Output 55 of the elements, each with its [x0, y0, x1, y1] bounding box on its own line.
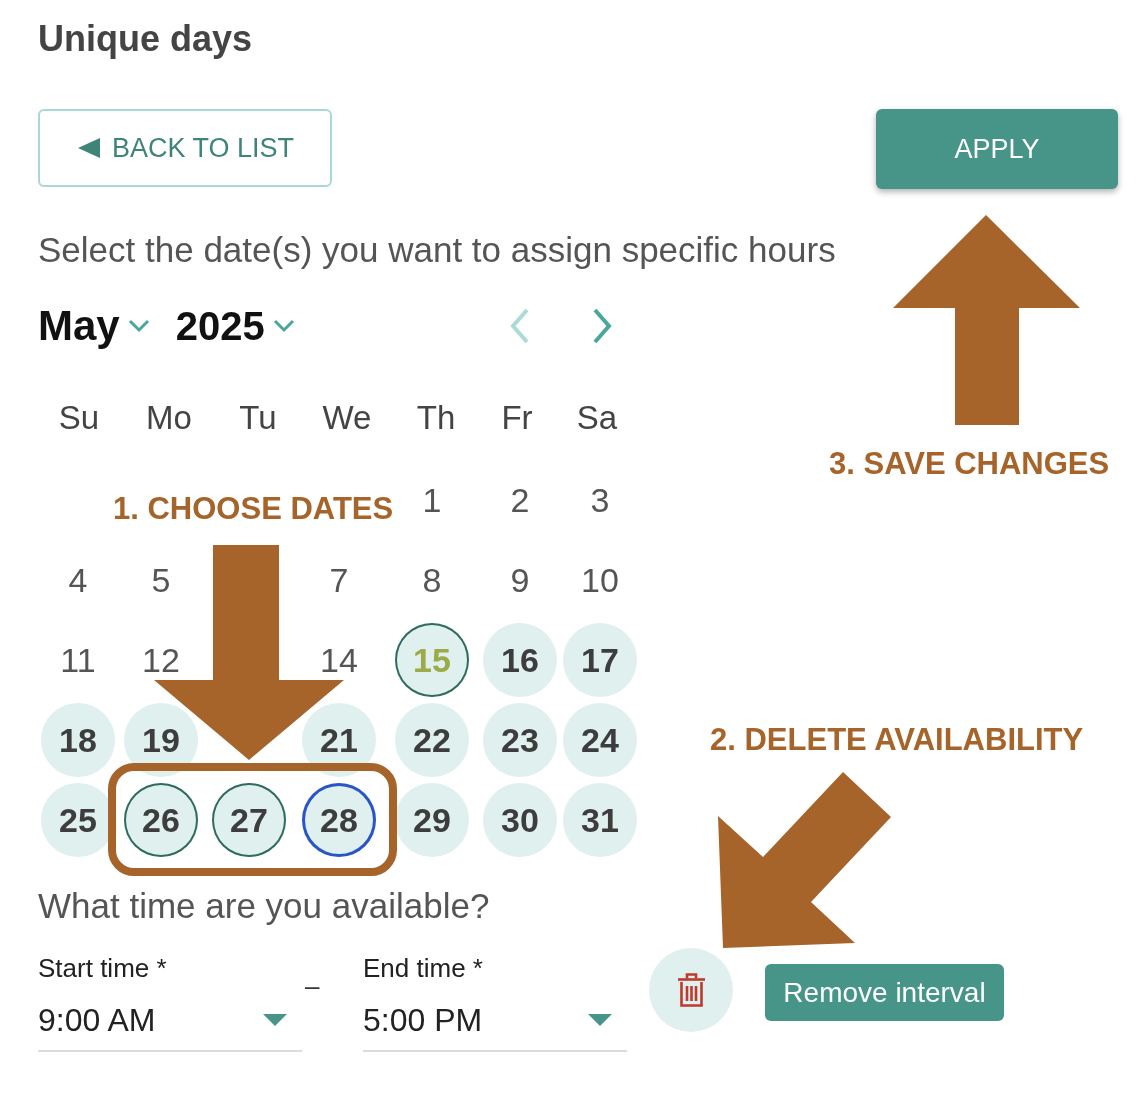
remove-interval-button[interactable]: Remove interval: [765, 964, 1004, 1021]
calendar-day[interactable]: 24: [563, 703, 637, 777]
start-time-select[interactable]: Start time * 9:00 AM: [38, 953, 302, 1052]
calendar-day[interactable]: 4: [68, 563, 88, 597]
field-label: Start time *: [38, 953, 167, 983]
calendar-day[interactable]: 3: [590, 483, 610, 517]
calendar-day[interactable]: 7: [329, 563, 349, 597]
calendar-day[interactable]: 31: [563, 783, 637, 857]
weekday-label: Sa: [576, 399, 618, 437]
left-triangle-icon: [78, 138, 100, 158]
annotation-label: 1. CHOOSE DATES: [113, 491, 394, 527]
annotation-label: 2. DELETE AVAILABILITY: [710, 722, 1084, 758]
dropdown-caret-icon: [263, 1014, 287, 1026]
range-separator: –: [305, 971, 320, 1001]
weekday-label: Tu: [239, 399, 277, 437]
year-select[interactable]: 2025: [175, 301, 295, 351]
weekday-label: Su: [58, 399, 100, 437]
calendar-day[interactable]: 22: [395, 703, 469, 777]
apply-button[interactable]: APPLY: [876, 109, 1118, 189]
calendar-day[interactable]: 26: [124, 783, 198, 857]
calendar-day[interactable]: 9: [510, 563, 530, 597]
calendar-day[interactable]: 16: [483, 623, 557, 697]
weekday-label: We: [322, 399, 372, 437]
calendar-day[interactable]: 29: [395, 783, 469, 857]
calendar-day[interactable]: 30: [483, 783, 557, 857]
dropdown-caret-icon: [588, 1014, 612, 1026]
calendar-day[interactable]: 2: [510, 483, 530, 517]
calendar-day[interactable]: 5: [151, 563, 171, 597]
chevron-down-icon: [127, 319, 150, 333]
field-label: End time *: [363, 953, 483, 983]
page-heading: Unique days: [38, 17, 253, 61]
end-time-select[interactable]: End time * 5:00 PM: [363, 953, 627, 1052]
availability-question: What time are you available?: [38, 885, 490, 927]
field-value: 5:00 PM: [363, 1001, 483, 1040]
calendar-day[interactable]: 12: [142, 643, 180, 677]
weekday-label: Th: [416, 399, 456, 437]
calendar-day[interactable]: 8: [422, 563, 442, 597]
calendar-day[interactable]: 11: [60, 643, 96, 677]
annotation-label: 3. SAVE CHANGES: [829, 446, 1110, 482]
weekday-label: Fr: [501, 399, 533, 437]
calendar-day[interactable]: 17: [563, 623, 637, 697]
calendar-day[interactable]: 23: [483, 703, 557, 777]
chevron-down-icon: [272, 319, 295, 333]
calendar-day[interactable]: 10: [581, 563, 619, 597]
month-select[interactable]: May: [38, 301, 150, 351]
calendar-day[interactable]: 18: [41, 703, 115, 777]
weekday-label: Mo: [146, 399, 192, 437]
trash-icon: [676, 973, 706, 1007]
calendar-day[interactable]: 14: [320, 643, 358, 677]
calendar-day[interactable]: 27: [212, 783, 286, 857]
instruction-text: Select the date(s) you want to assign specific hours: [38, 229, 836, 271]
calendar-day[interactable]: 28: [302, 783, 376, 857]
calendar-day[interactable]: 1: [422, 483, 442, 517]
back-to-list-button[interactable]: BACK TO LIST: [38, 109, 332, 187]
field-value: 9:00 AM: [38, 1001, 156, 1040]
